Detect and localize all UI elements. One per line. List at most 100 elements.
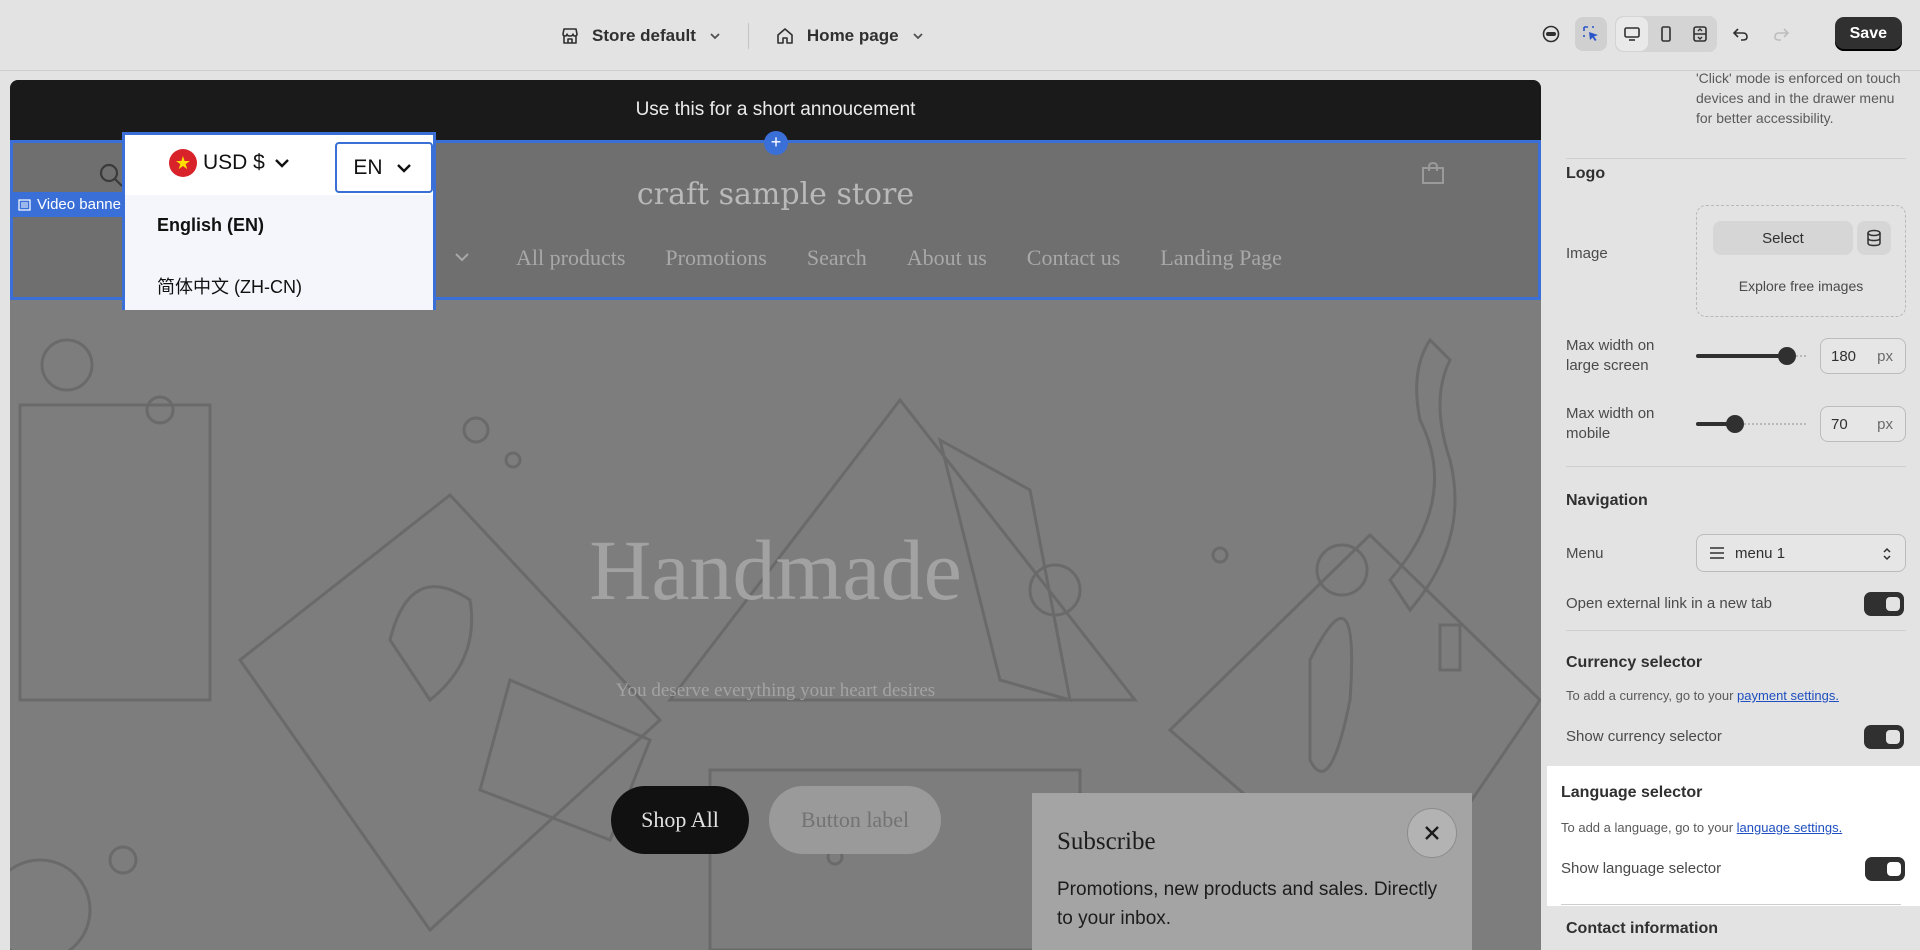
flag-icon: ★	[169, 149, 197, 177]
input-value: 180	[1831, 347, 1857, 365]
mobile-icon	[1660, 26, 1671, 42]
menu-value: menu 1	[1735, 544, 1786, 562]
language-code: EN	[353, 155, 383, 179]
show-language-toggle[interactable]	[1865, 857, 1905, 881]
database-icon	[1867, 229, 1881, 247]
show-currency-label: Show currency selector	[1566, 728, 1722, 745]
show-language-label: Show language selector	[1561, 860, 1722, 877]
currency-heading: Currency selector	[1566, 654, 1703, 671]
shopping-bag-icon	[1422, 161, 1444, 184]
language-option[interactable]: English (EN)	[157, 215, 264, 236]
sidekick-button[interactable]	[1535, 17, 1567, 51]
inspector-button[interactable]	[1574, 17, 1607, 51]
language-heading: Language selector	[1561, 784, 1703, 801]
hero-title: Handmade	[589, 522, 962, 618]
language-settings-card: Language selector To add a language, go …	[1547, 766, 1920, 906]
fullscreen-icon	[1692, 26, 1707, 42]
close-popup-button[interactable]	[1407, 808, 1457, 858]
divider	[1561, 904, 1901, 905]
max-width-mobile-input[interactable]: 70 px	[1820, 406, 1906, 442]
editor-topbar: Store default Home page Save	[0, 0, 1920, 71]
max-width-large-slider[interactable]	[1696, 354, 1786, 358]
redo-button[interactable]	[1765, 17, 1797, 51]
nav-item[interactable]: Landing Page	[1160, 245, 1282, 271]
external-link-toggle[interactable]	[1864, 592, 1904, 616]
add-section-button[interactable]: +	[764, 131, 788, 155]
undo-icon	[1732, 28, 1748, 41]
page-dropdown[interactable]: Home page	[775, 26, 925, 46]
unit-label: px	[1877, 415, 1893, 433]
explore-free-images-link[interactable]: Explore free images	[1697, 278, 1905, 294]
undo-button[interactable]	[1725, 17, 1757, 51]
menu-icon	[1710, 547, 1724, 559]
external-link-label: Open external link in a new tab	[1566, 595, 1772, 612]
chevron-down-icon	[455, 253, 469, 262]
chevron-down-icon	[275, 159, 289, 168]
save-button[interactable]: Save	[1834, 17, 1902, 51]
language-dropdown: ★ USD $ EN English (EN) 简体中文 (ZH-CN)	[122, 132, 436, 310]
logo-heading: Logo	[1566, 165, 1606, 182]
payment-settings-link[interactable]: payment settings.	[1737, 688, 1839, 703]
secondary-button[interactable]: Button label	[769, 786, 941, 854]
localization-bar: ★ USD $ EN	[125, 135, 433, 195]
cursor-select-icon	[1582, 26, 1598, 41]
subscribe-popup: Subscribe Promotions, new products and s…	[1032, 793, 1472, 950]
mobile-view-button[interactable]	[1650, 17, 1682, 51]
language-option[interactable]: 简体中文 (ZH-CN)	[157, 273, 302, 299]
topbar-center: Store default Home page	[560, 0, 925, 71]
language-selector[interactable]: EN	[335, 142, 433, 193]
subscribe-text: Promotions, new products and sales. Dire…	[1057, 879, 1438, 929]
navigation-heading: Navigation	[1566, 492, 1648, 509]
unit-label: px	[1877, 347, 1893, 365]
divider	[1566, 630, 1906, 631]
max-width-large-input[interactable]: 180 px	[1820, 338, 1906, 374]
show-currency-toggle[interactable]	[1864, 725, 1904, 749]
hero-subtitle: You deserve everything your heart desire…	[615, 680, 936, 701]
nav-item[interactable]: Promotions	[665, 245, 766, 271]
theme-dropdown[interactable]: Store default	[560, 26, 722, 46]
image-picker: Select Explore free images	[1696, 205, 1906, 317]
nav-item[interactable]: All products	[516, 245, 625, 271]
currency-note-text: To add a currency, go to your	[1566, 688, 1734, 703]
language-settings-link[interactable]: language settings.	[1737, 820, 1843, 835]
language-note-text: To add a language, go to your	[1561, 820, 1734, 835]
announcement-text: Use this for a short annoucement	[635, 99, 916, 120]
nav-item[interactable]: Search	[807, 245, 867, 271]
store-icon	[562, 27, 578, 44]
contact-heading: Contact information	[1566, 920, 1718, 937]
nav-item[interactable]: Contact us	[1027, 245, 1121, 271]
currency-value: USD $	[203, 151, 265, 174]
shop-all-button[interactable]: Shop All	[611, 786, 749, 854]
menu-label: Menu	[1566, 545, 1604, 562]
desktop-icon	[1623, 27, 1640, 41]
select-image-button[interactable]: Select	[1713, 221, 1853, 255]
menu-select[interactable]: menu 1	[1696, 534, 1906, 572]
subscribe-title: Subscribe	[1057, 828, 1156, 855]
currency-note: To add a currency, go to your payment se…	[1566, 686, 1839, 706]
close-icon	[1425, 826, 1439, 840]
language-options: English (EN) 简体中文 (ZH-CN)	[125, 195, 433, 310]
page-label: Home page	[806, 25, 899, 45]
max-width-large-label: Max width on large screen	[1566, 337, 1655, 374]
image-library-button[interactable]	[1857, 221, 1891, 255]
topbar-divider	[747, 22, 749, 49]
click-mode-note: 'Click' mode is enforced on touch device…	[1696, 72, 1901, 126]
chevron-down-icon	[912, 32, 923, 39]
max-width-mobile-label: Max width on mobile	[1566, 405, 1655, 442]
sidekick-icon	[1542, 25, 1559, 43]
chevron-down-icon	[396, 163, 411, 173]
store-cart-button[interactable]	[1420, 160, 1446, 191]
slider-handle[interactable]	[1778, 347, 1796, 365]
slider-handle[interactable]	[1726, 415, 1744, 433]
fullwidth-view-button[interactable]	[1684, 17, 1716, 51]
input-value: 70	[1831, 415, 1848, 433]
store-nav: All products Promotions Search About us …	[516, 245, 1282, 271]
viewport-switcher	[1614, 16, 1717, 52]
home-icon	[777, 27, 793, 44]
nav-item[interactable]: About us	[907, 245, 987, 271]
topbar-actions: Save	[1535, 16, 1902, 52]
image-label: Image	[1566, 245, 1608, 262]
theme-label: Store default	[592, 25, 696, 45]
currency-selector[interactable]: ★ USD $	[169, 149, 293, 177]
desktop-view-button[interactable]	[1615, 17, 1648, 51]
